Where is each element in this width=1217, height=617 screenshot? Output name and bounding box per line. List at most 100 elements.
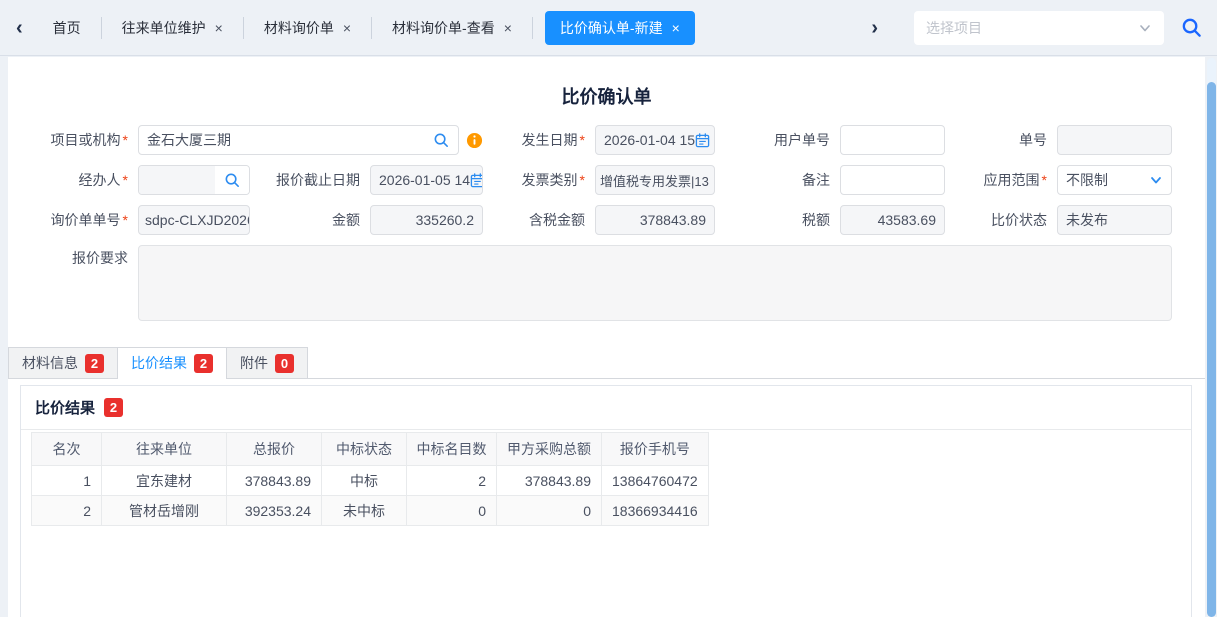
- inquiry-no-field: sdpc-CLXJD20260: [138, 205, 250, 235]
- cell-rank: 1: [32, 466, 102, 496]
- vertical-scrollbar: [1207, 58, 1216, 617]
- project-select-placeholder: 选择项目: [926, 18, 1138, 38]
- project-input[interactable]: [147, 132, 433, 148]
- close-icon[interactable]: ×: [215, 20, 223, 36]
- col-win-status: 中标状态: [322, 433, 407, 466]
- project-field[interactable]: [138, 125, 459, 155]
- status-label: 比价状态: [955, 212, 1047, 229]
- user-no-label: 用户单号: [725, 132, 830, 149]
- global-search-button[interactable]: [1180, 16, 1203, 39]
- cell-total-quote: 378843.89: [227, 466, 322, 496]
- user-no-field[interactable]: [840, 125, 945, 155]
- panel-title: 比价结果: [35, 397, 95, 418]
- count-badge: 2: [85, 354, 104, 373]
- invoice-type-label: 发票类别*: [493, 172, 585, 189]
- comparison-result-panel: 比价结果 2 名次 往来单位 总报价 中标状态 中标名目数 甲方采购总额 报价手…: [20, 385, 1192, 617]
- tax-incl-field: 378843.89: [595, 205, 715, 235]
- handler-value: [139, 166, 215, 194]
- close-icon[interactable]: ×: [504, 20, 512, 36]
- cell-quote-phone: 18366934416: [602, 496, 709, 526]
- tax-label: 税额: [725, 212, 830, 229]
- cell-party-total: 378843.89: [497, 466, 602, 496]
- panel-header: 比价结果 2: [21, 386, 1191, 430]
- scope-value: 不限制: [1066, 170, 1108, 190]
- chevron-down-icon: [1149, 173, 1163, 187]
- invoice-type-field: 增值税专用发票|13: [595, 165, 715, 195]
- doc-no-label: 单号: [955, 132, 1047, 149]
- table-row[interactable]: 2 管材岳增刚 392353.24 未中标 0 0 18366934416: [32, 496, 709, 526]
- tab-label: 材料询价单-查看: [392, 18, 495, 38]
- cell-total-quote: 392353.24: [227, 496, 322, 526]
- handler-field[interactable]: [138, 165, 250, 195]
- remark-input[interactable]: [849, 172, 936, 188]
- scope-label: 应用范围*: [955, 172, 1047, 189]
- tab-comparison-result[interactable]: 比价结果 2: [117, 347, 227, 378]
- cell-rank: 2: [32, 496, 102, 526]
- quote-deadline-field[interactable]: 2026-01-05 14: [370, 165, 483, 195]
- tab-price-comparison-new[interactable]: 比价确认单-新建 ×: [545, 11, 695, 45]
- cell-unit: 管材岳增刚: [102, 496, 227, 526]
- close-icon[interactable]: ×: [343, 20, 351, 36]
- inquiry-no-label: 询价单单号*: [13, 212, 128, 229]
- calendar-icon[interactable]: [470, 173, 483, 188]
- remark-field[interactable]: [840, 165, 945, 195]
- tab-material-inquiry[interactable]: 材料询价单 ×: [244, 17, 372, 39]
- tax-value: 43583.69: [878, 212, 936, 228]
- open-tabs: 首页 往来单位维护 × 材料询价单 × 材料询价单-查看 × 比价确认单-新建 …: [33, 10, 695, 46]
- table-row[interactable]: 1 宜东建材 378843.89 中标 2 378843.89 13864760…: [32, 466, 709, 496]
- cell-unit: 宜东建材: [102, 466, 227, 496]
- cell-win-items: 0: [407, 496, 497, 526]
- header-form: 项目或机构* 发生日期* 2026-01-04 15 用户单号: [8, 125, 1205, 321]
- col-win-items: 中标名目数: [407, 433, 497, 466]
- tabs-scroll-left-icon[interactable]: ‹: [6, 18, 33, 38]
- info-icon[interactable]: [466, 132, 483, 149]
- form-page: 比价确认单 项目或机构* 发生日期* 2026-01-04 15: [8, 57, 1205, 617]
- occur-date-value: 2026-01-04 15: [604, 132, 695, 148]
- quote-deadline-value: 2026-01-05 14: [379, 172, 470, 188]
- col-unit: 往来单位: [102, 433, 227, 466]
- tax-incl-value: 378843.89: [640, 212, 706, 228]
- tab-material-inquiry-view[interactable]: 材料询价单-查看 ×: [372, 17, 533, 39]
- project-label: 项目或机构*: [13, 132, 128, 149]
- col-total-quote: 总报价: [227, 433, 322, 466]
- tab-label: 材料询价单: [264, 18, 334, 38]
- cell-win-status: 中标: [322, 466, 407, 496]
- remark-label: 备注: [725, 172, 830, 189]
- col-party-total: 甲方采购总额: [497, 433, 602, 466]
- tax-incl-label: 含税金额: [493, 212, 585, 229]
- cell-quote-phone: 13864760472: [602, 466, 709, 496]
- doc-no-field: [1057, 125, 1172, 155]
- close-icon[interactable]: ×: [672, 20, 680, 36]
- tab-attachments[interactable]: 附件 0: [226, 347, 308, 378]
- top-tab-bar: ‹ 首页 往来单位维护 × 材料询价单 × 材料询价单-查看 × 比价确认单-新…: [0, 0, 1217, 56]
- tabs-scroll-right-icon[interactable]: ›: [861, 18, 888, 38]
- inquiry-no-value: sdpc-CLXJD20260: [145, 212, 250, 228]
- occur-date-field[interactable]: 2026-01-04 15: [595, 125, 715, 155]
- tab-label: 比价结果: [131, 353, 187, 373]
- status-value: 未发布: [1066, 210, 1108, 230]
- col-quote-phone: 报价手机号: [602, 433, 709, 466]
- amount-field: 335260.2: [370, 205, 483, 235]
- project-select[interactable]: 选择项目: [914, 11, 1164, 45]
- tab-label: 材料信息: [22, 353, 78, 373]
- comparison-result-table: 名次 往来单位 总报价 中标状态 中标名目数 甲方采购总额 报价手机号 1 宜东…: [31, 432, 709, 526]
- invoice-type-value: 增值税专用发票|13: [600, 171, 709, 190]
- scrollbar-thumb[interactable]: [1207, 82, 1216, 617]
- search-icon[interactable]: [215, 166, 249, 194]
- tab-material-info[interactable]: 材料信息 2: [8, 347, 118, 378]
- count-badge: 2: [104, 398, 123, 417]
- calendar-icon[interactable]: [695, 133, 710, 148]
- count-badge: 0: [275, 354, 294, 373]
- tab-label: 首页: [53, 18, 81, 38]
- search-icon[interactable]: [433, 132, 450, 149]
- scope-select[interactable]: 不限制: [1057, 165, 1172, 195]
- detail-tabs: 材料信息 2 比价结果 2 附件 0: [8, 347, 1205, 379]
- quote-req-label: 报价要求: [13, 245, 128, 267]
- amount-value: 335260.2: [416, 212, 474, 228]
- tab-unit-maintenance[interactable]: 往来单位维护 ×: [102, 17, 244, 39]
- user-no-input[interactable]: [849, 132, 936, 148]
- quote-req-textarea[interactable]: [138, 245, 1172, 321]
- status-field: 未发布: [1057, 205, 1172, 235]
- tab-home[interactable]: 首页: [33, 17, 102, 39]
- col-rank: 名次: [32, 433, 102, 466]
